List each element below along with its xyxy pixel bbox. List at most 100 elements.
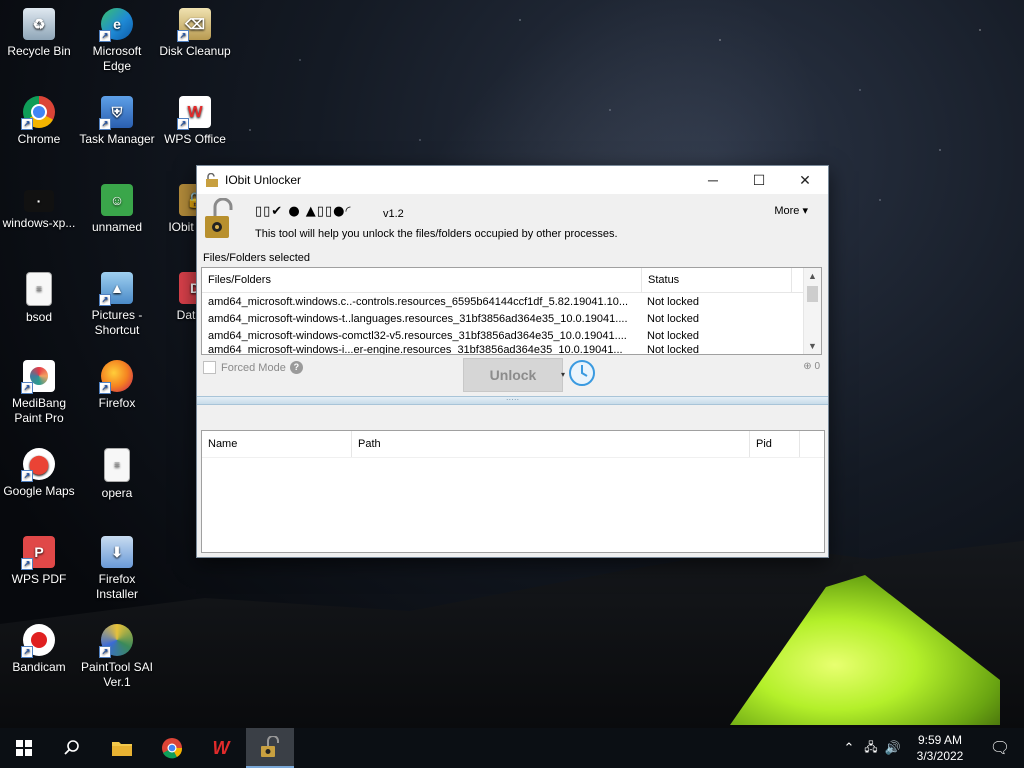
file-name: amd64_microsoft-windows-i...er-engine.re…	[208, 344, 623, 355]
table-row[interactable]: amd64_microsoft-windows-comctl32-v5.reso…	[202, 327, 821, 344]
app-header: ▯▯✔ ● ▲▯▯●◜ v1.2 This tool will help you…	[197, 194, 828, 254]
column-header-name[interactable]: Name	[202, 431, 352, 457]
bandicam-icon: ↗	[21, 624, 55, 658]
folder-icon	[112, 742, 132, 756]
search-button[interactable]	[48, 728, 96, 768]
iobit-unlocker-window: IObit Unlocker ─ ☐ ✕ ▯▯✔ ● ▲▯▯●◜ v1.2 Th…	[196, 165, 829, 558]
file-status: Not locked	[647, 329, 699, 342]
scroll-down-icon[interactable]: ▼	[804, 338, 821, 354]
column-header-path[interactable]: Path	[352, 431, 750, 457]
pictures-icon: ▲ ↗	[99, 272, 133, 306]
taskbar-wps-office[interactable]: W	[197, 728, 245, 768]
notifications-icon[interactable]: 🗨	[976, 738, 1024, 758]
file-name: amd64_microsoft.windows.c..-controls.res…	[208, 295, 629, 308]
scroll-up-icon[interactable]: ▲	[804, 268, 821, 284]
file-status: Not locked	[647, 344, 699, 355]
desktop-icon-opera[interactable]: ≡ opera	[78, 448, 156, 501]
text-file-icon: ≡	[104, 448, 130, 482]
process-table-header: Name Path Pid	[202, 431, 824, 458]
version-label: v1.2	[383, 208, 404, 220]
taskbar: W ⌃ 🖧 🔊 9:59 AM 3/3/2022 🗨	[0, 728, 1024, 768]
volume-icon[interactable]: 🔊	[882, 740, 904, 756]
column-header-status[interactable]: Status	[642, 268, 792, 292]
clock-date: 3/3/2022	[916, 749, 964, 763]
chrome-icon: ↗	[21, 96, 55, 130]
wps-pdf-icon: P ↗	[21, 536, 55, 570]
file-name: amd64_microsoft-windows-t..languages.res…	[208, 312, 628, 325]
unlock-button[interactable]: Unlock	[463, 358, 563, 392]
desktop-icon-windows-xp[interactable]: · windows-xp...	[0, 184, 78, 231]
process-table: Name Path Pid	[201, 430, 825, 553]
scroll-thumb[interactable]	[807, 286, 818, 302]
file-name: amd64_microsoft-windows-comctl32-v5.reso…	[208, 329, 627, 342]
help-icon[interactable]: ?	[289, 361, 303, 374]
image-file-icon: ☺	[101, 184, 133, 216]
minimize-button[interactable]: ─	[690, 166, 736, 194]
table-row[interactable]: amd64_microsoft.windows.c..-controls.res…	[202, 293, 821, 310]
more-menu[interactable]: More ▾	[774, 204, 808, 217]
pane-splitter[interactable]: ·····	[197, 396, 828, 405]
forced-mode-option[interactable]: Forced Mode ?	[203, 361, 303, 374]
history-clock-icon[interactable]	[568, 359, 596, 387]
disk-cleanup-icon: ⌫ ↗	[177, 8, 211, 42]
app-description: This tool will help you unlock the files…	[255, 228, 618, 240]
desktop-icon-pictures[interactable]: ▲ ↗ Pictures - Shortcut	[78, 272, 156, 338]
window-title: IObit Unlocker	[225, 173, 302, 187]
firefox-icon: ↗	[99, 360, 133, 394]
windows-logo-icon	[16, 740, 32, 756]
start-button[interactable]	[0, 728, 48, 768]
files-table-header: Files/Folders Status	[202, 268, 821, 293]
desktop-icon-wps-pdf[interactable]: P ↗ WPS PDF	[0, 536, 78, 587]
table-row[interactable]: amd64_microsoft-windows-i...er-engine.re…	[202, 344, 821, 355]
google-maps-icon: ⬤ ↗	[21, 448, 55, 482]
desktop-icon-google-maps[interactable]: ⬤ ↗ Google Maps	[0, 448, 78, 499]
installer-icon: ⬇	[101, 536, 133, 568]
maximize-button[interactable]: ☐	[736, 166, 782, 194]
desktop-icon-edge[interactable]: e ↗ Microsoft Edge	[78, 8, 156, 74]
wps-office-icon: W ↗	[177, 96, 211, 130]
column-header-files[interactable]: Files/Folders	[202, 268, 642, 292]
desktop-icon-medibang[interactable]: ↗ MediBang Paint Pro	[0, 360, 78, 426]
column-header-pid[interactable]: Pid	[750, 431, 800, 457]
chrome-icon	[162, 738, 183, 759]
taskbar-clock[interactable]: 9:59 AM 3/3/2022	[904, 732, 976, 764]
unlock-dropdown-icon[interactable]: ▾	[561, 370, 565, 379]
clock-time: 9:59 AM	[917, 733, 963, 747]
desktop-icon-bsod[interactable]: ≡ bsod	[0, 272, 78, 325]
taskbar-file-explorer[interactable]	[98, 728, 146, 768]
network-icon[interactable]: 🖧	[860, 738, 882, 759]
files-selected-label: Files/Folders selected	[203, 252, 310, 264]
forced-mode-checkbox[interactable]	[203, 361, 216, 374]
desktop-icon-firefox-installer[interactable]: ⬇ Firefox Installer	[78, 536, 156, 602]
edge-icon: e ↗	[99, 8, 133, 42]
wps-office-icon: W	[212, 737, 230, 758]
taskbar-iobit-unlocker[interactable]	[246, 728, 294, 768]
chevron-down-icon: ▾	[802, 205, 808, 217]
desktop-icon-bandicam[interactable]: ↗ Bandicam	[0, 624, 78, 675]
zoom-control[interactable]: ⊕ 0	[803, 361, 820, 372]
desktop-icon-recycle-bin[interactable]: ♻ Recycle Bin	[0, 8, 78, 59]
desktop-icon-disk-cleanup[interactable]: ⌫ ↗ Disk Cleanup	[156, 8, 234, 59]
forced-mode-label: Forced Mode	[221, 361, 286, 374]
unlock-logo-icon	[205, 198, 233, 238]
text-file-icon: ≡	[26, 272, 52, 306]
desktop-icon-unnamed[interactable]: ☺ unnamed	[78, 184, 156, 235]
desktop-icon-wps-office[interactable]: W ↗ WPS Office	[156, 96, 234, 147]
recycle-bin-icon: ♻	[23, 8, 55, 40]
close-button[interactable]: ✕	[782, 166, 828, 194]
task-manager-icon: ⛨ ↗	[99, 96, 133, 130]
desktop-icon-painttool-sai[interactable]: ↗ PaintTool SAI Ver.1	[78, 624, 156, 690]
taskbar-chrome[interactable]	[148, 728, 196, 768]
more-label: More	[774, 205, 800, 217]
image-file-icon: ·	[24, 190, 54, 212]
lock-icon	[206, 173, 218, 187]
desktop-icon-task-manager[interactable]: ⛨ ↗ Task Manager	[78, 96, 156, 147]
desktop-icon-chrome[interactable]: ↗ Chrome	[0, 96, 78, 147]
window-titlebar[interactable]: IObit Unlocker ─ ☐ ✕	[197, 166, 828, 194]
file-status: Not locked	[647, 312, 699, 325]
desktop-icon-firefox[interactable]: ↗ Firefox	[78, 360, 156, 411]
files-table-scrollbar[interactable]: ▲ ▼	[803, 268, 821, 354]
table-row[interactable]: amd64_microsoft-windows-t..languages.res…	[202, 310, 821, 327]
chevron-up-icon[interactable]: ⌃	[838, 740, 860, 756]
file-status: Not locked	[647, 295, 699, 308]
